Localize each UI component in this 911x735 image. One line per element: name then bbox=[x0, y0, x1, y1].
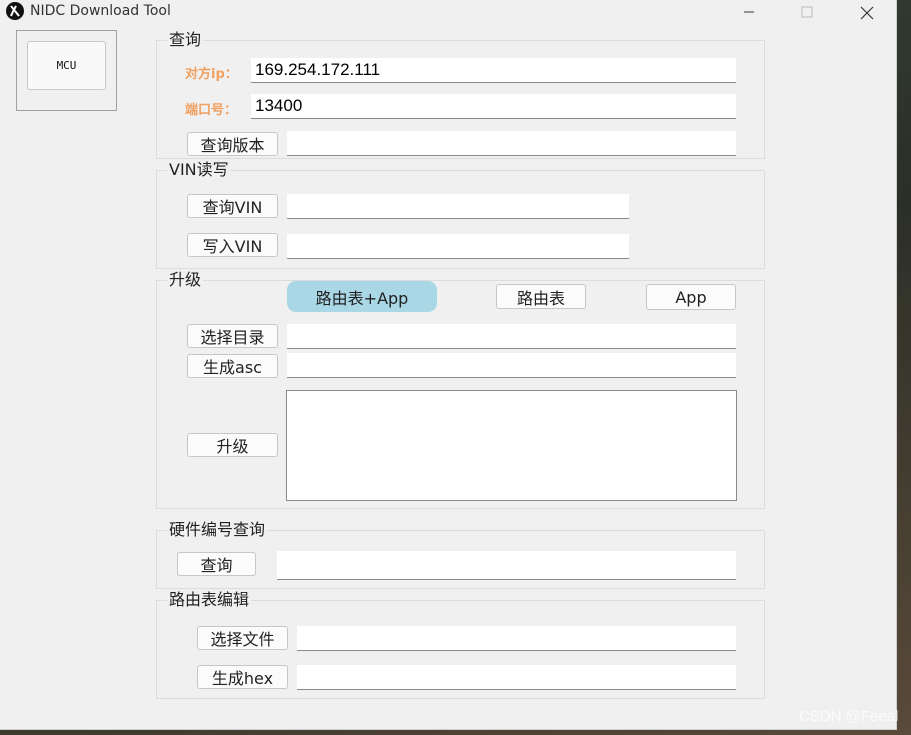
generate-hex-button[interactable]: 生成hex bbox=[197, 665, 288, 689]
query-vin-button[interactable]: 查询VIN bbox=[187, 194, 278, 218]
mode-routing-button[interactable]: 路由表 bbox=[496, 284, 586, 309]
query-version-button[interactable]: 查询版本 bbox=[187, 132, 278, 156]
query-group-title: 查询 bbox=[167, 30, 204, 50]
select-directory-button[interactable]: 选择目录 bbox=[187, 324, 278, 348]
select-file-button[interactable]: 选择文件 bbox=[197, 626, 288, 650]
title-bar: NIDC Download Tool bbox=[0, 0, 896, 24]
minimize-button[interactable] bbox=[726, 0, 772, 24]
port-input[interactable]: 13400 bbox=[251, 94, 736, 119]
query-group: 查询 对方ip： 169.254.172.111 端口号： 13400 查询版本 bbox=[156, 30, 765, 159]
hardware-group-title: 硬件编号查询 bbox=[167, 520, 268, 540]
minimize-icon bbox=[744, 11, 754, 13]
maximize-button[interactable] bbox=[784, 0, 830, 24]
routing-edit-group: 路由表编辑 选择文件 生成hex bbox=[156, 590, 765, 699]
ip-label: 对方ip： bbox=[185, 67, 238, 82]
mcu-button[interactable]: MCU bbox=[27, 41, 106, 90]
window-title: NIDC Download Tool bbox=[30, 3, 171, 19]
mode-routing-app-button[interactable]: 路由表+App bbox=[287, 281, 437, 312]
upgrade-group-title: 升级 bbox=[167, 270, 204, 290]
file-path-field[interactable] bbox=[297, 626, 736, 651]
vin-group-title: VIN读写 bbox=[167, 160, 231, 180]
vin-group: VIN读写 查询VIN 写入VIN bbox=[156, 160, 765, 269]
vin-query-field[interactable] bbox=[287, 194, 629, 219]
routing-edit-group-title: 路由表编辑 bbox=[167, 590, 252, 610]
watermark-text: CSDN @Feeal bbox=[799, 708, 899, 725]
app-window: NIDC Download Tool MCU 查询 对方ip： 169.254.… bbox=[0, 0, 897, 730]
ip-input[interactable]: 169.254.172.111 bbox=[251, 58, 736, 83]
port-label: 端口号： bbox=[185, 103, 238, 118]
mode-app-button[interactable]: App bbox=[646, 284, 736, 310]
hardware-id-field[interactable] bbox=[277, 551, 736, 580]
vin-write-field[interactable] bbox=[287, 234, 629, 259]
asc-field[interactable] bbox=[287, 353, 736, 378]
generate-asc-button[interactable]: 生成asc bbox=[187, 354, 278, 378]
close-icon bbox=[860, 6, 874, 20]
close-button[interactable] bbox=[843, 0, 889, 24]
maximize-icon bbox=[801, 6, 813, 18]
write-vin-button[interactable]: 写入VIN bbox=[187, 233, 278, 257]
upgrade-button[interactable]: 升级 bbox=[187, 433, 278, 457]
hex-output-field[interactable] bbox=[297, 665, 736, 690]
hardware-group: 硬件编号查询 查询 bbox=[156, 520, 765, 589]
upgrade-group: 升级 路由表+App 路由表 App 选择目录 生成asc 升级 bbox=[156, 270, 765, 509]
version-output-field[interactable] bbox=[287, 131, 736, 156]
app-logo-icon bbox=[6, 2, 24, 20]
directory-field[interactable] bbox=[287, 324, 736, 349]
mcu-panel: MCU bbox=[16, 30, 117, 111]
upgrade-log-textarea[interactable] bbox=[286, 390, 737, 501]
hardware-query-button[interactable]: 查询 bbox=[177, 552, 256, 576]
